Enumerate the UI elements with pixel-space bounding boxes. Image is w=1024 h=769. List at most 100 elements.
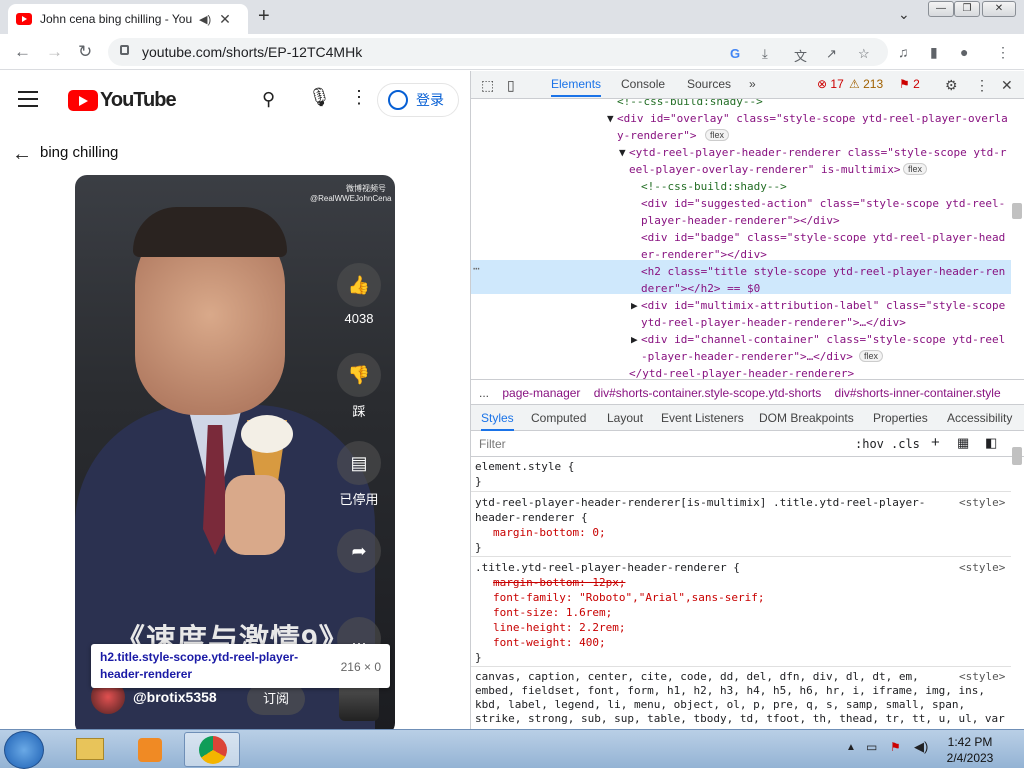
new-rule-icon[interactable]: + bbox=[931, 434, 940, 451]
back-arrow-icon[interactable]: ← bbox=[14, 42, 31, 62]
dom-line[interactable]: <!--css-build:shady--> bbox=[617, 99, 763, 110]
system-clock[interactable]: 1:42 PM 2/4/2023 bbox=[934, 734, 1006, 766]
comments-button[interactable]: ▤ 已停用 bbox=[337, 441, 381, 508]
dom-line[interactable]: player-header-renderer"></div> bbox=[641, 212, 840, 229]
back-arrow-icon[interactable]: ← bbox=[12, 143, 32, 166]
css-rule-line[interactable]: } bbox=[475, 650, 482, 665]
dislike-button[interactable]: 👎 踩 bbox=[337, 353, 381, 420]
filter-input[interactable]: Filter bbox=[479, 437, 506, 451]
inspect-element-icon[interactable]: ⬚ bbox=[481, 77, 494, 94]
css-property[interactable]: line-height: 2.2rem; bbox=[493, 620, 625, 635]
address-bar[interactable]: youtube.com/shorts/EP-12TC4MHk G ⤓ 文 ↗ ☆ bbox=[108, 38, 888, 66]
rule-source-link[interactable]: <style> bbox=[959, 495, 1005, 510]
dom-arrow-icon[interactable]: ▼ bbox=[607, 110, 614, 127]
dom-line-selected[interactable]: derer"></h2> == $0 bbox=[641, 280, 760, 297]
css-property[interactable]: font-weight: 400; bbox=[493, 635, 606, 650]
forward-arrow-icon[interactable]: → bbox=[46, 42, 63, 62]
dom-line[interactable]: y-renderer"> bbox=[617, 127, 696, 144]
flex-badge[interactable]: flex bbox=[705, 129, 730, 141]
issues-count-badge[interactable]: ⚑ 2 bbox=[899, 77, 920, 91]
dom-line[interactable]: <div id="channel-container" class="style… bbox=[641, 331, 1005, 348]
tab-layout[interactable]: Layout bbox=[607, 411, 643, 425]
share-icon[interactable]: ↗ bbox=[826, 46, 837, 62]
css-rule-line[interactable]: } bbox=[475, 540, 482, 555]
volume-icon[interactable]: ◀) bbox=[914, 739, 928, 755]
css-rule-line[interactable]: element.style { bbox=[475, 459, 574, 474]
dom-line[interactable]: <div id="badge" class="style-scope ytd-r… bbox=[641, 229, 1005, 246]
css-rule-line[interactable]: header-renderer { bbox=[475, 510, 588, 525]
flex-badge[interactable]: flex bbox=[859, 350, 884, 362]
show-hidden-icons-icon[interactable]: ▲ bbox=[846, 742, 856, 753]
close-devtools-icon[interactable]: ✕ bbox=[1001, 77, 1013, 94]
window-close-button[interactable]: ✕ bbox=[982, 1, 1016, 17]
reload-icon[interactable]: ↻ bbox=[78, 42, 92, 62]
css-rule-line[interactable]: .title.ytd-reel-player-header-renderer { bbox=[475, 560, 740, 575]
more-options-icon[interactable]: ⋮ bbox=[350, 87, 368, 108]
tab-computed[interactable]: Computed bbox=[531, 411, 586, 425]
breadcrumb-item[interactable]: page-manager bbox=[502, 386, 580, 400]
search-icon[interactable]: ⚲ bbox=[262, 89, 275, 110]
channel-handle[interactable]: @brotix5358 bbox=[133, 689, 217, 705]
side-panel-icon[interactable]: ▮ bbox=[930, 44, 938, 61]
css-rule-line[interactable]: strike, strong, sub, sup, table, tbody, … bbox=[475, 711, 1005, 726]
start-button[interactable] bbox=[4, 731, 44, 769]
rule-source-link[interactable]: <style> bbox=[959, 669, 1005, 684]
elements-dom-tree[interactable]: <!--css-build:shady--> ▼ <div id="overla… bbox=[471, 99, 1011, 379]
tab-styles[interactable]: Styles bbox=[481, 411, 514, 431]
dom-line[interactable]: <ytd-reel-player-header-renderer class="… bbox=[629, 144, 1007, 161]
css-property[interactable]: font-family: "Roboto","Arial",sans-serif… bbox=[493, 590, 765, 605]
media-control-icon[interactable]: ♫ bbox=[898, 44, 909, 60]
dom-arrow-icon[interactable]: ▶ bbox=[631, 297, 638, 314]
tab-sources[interactable]: Sources bbox=[687, 77, 731, 91]
tab-dom-breakpoints[interactable]: DOM Breakpoints bbox=[759, 411, 854, 425]
rule-source-link[interactable]: <style> bbox=[959, 560, 1005, 575]
dom-line[interactable]: <div id="suggested-action" class="style-… bbox=[641, 195, 1005, 212]
flex-badge[interactable]: flex bbox=[903, 163, 928, 175]
action-center-icon[interactable]: ⚑ bbox=[890, 740, 901, 754]
microphone-icon[interactable]: 🎙 bbox=[308, 87, 331, 108]
maximize-button[interactable]: ❐ bbox=[954, 1, 980, 17]
hamburger-menu-icon[interactable] bbox=[18, 91, 38, 112]
close-tab-icon[interactable]: ✕ bbox=[219, 11, 231, 28]
youtube-logo[interactable]: YouTube bbox=[68, 89, 177, 112]
media-player-taskbar-icon[interactable] bbox=[122, 732, 178, 767]
tab-elements[interactable]: Elements bbox=[551, 77, 602, 97]
elements-scrollbar[interactable] bbox=[1012, 203, 1022, 219]
url-text[interactable]: youtube.com/shorts/EP-12TC4MHk bbox=[142, 44, 362, 60]
css-rule-line[interactable]: } bbox=[475, 474, 482, 489]
dom-arrow-icon[interactable]: ▶ bbox=[631, 331, 638, 348]
breadcrumb-item[interactable]: div#shorts-container.style-scope.ytd-sho… bbox=[594, 386, 821, 400]
device-toolbar-icon[interactable]: ▯ bbox=[507, 77, 515, 94]
dom-line[interactable]: ytd-reel-player-header-renderer">…</div> bbox=[641, 314, 906, 331]
tab-console[interactable]: Console bbox=[621, 77, 665, 91]
css-rule-line[interactable]: kbd, label, legend, li, menu, object, ol… bbox=[475, 697, 965, 712]
dom-line-selected[interactable]: <h2 class="title style-scope ytd-reel-pl… bbox=[641, 263, 1005, 280]
bookmark-star-icon[interactable]: ☆ bbox=[858, 46, 870, 62]
settings-gear-icon[interactable]: ⚙ bbox=[945, 77, 958, 94]
like-button[interactable]: 👍 4038 bbox=[337, 263, 381, 326]
translate-icon[interactable]: 文 bbox=[794, 46, 807, 65]
browser-tab[interactable]: John cena bing chilling - You ◀) ✕ bbox=[8, 4, 248, 34]
css-rule-line[interactable]: embed, fieldset, font, form, h1, h2, h3,… bbox=[475, 683, 985, 698]
devtools-menu-icon[interactable]: ⋮ bbox=[975, 77, 989, 94]
explorer-taskbar-icon[interactable] bbox=[62, 732, 118, 767]
profile-icon[interactable]: ● bbox=[960, 44, 968, 60]
hover-state-toggle[interactable]: :hov bbox=[855, 437, 884, 451]
error-count-badge[interactable]: ⊗ 17 bbox=[817, 77, 844, 91]
css-rule-line[interactable]: ytd-reel-player-header-renderer[is-multi… bbox=[475, 495, 925, 510]
tab-event-listeners[interactable]: Event Listeners bbox=[661, 411, 744, 425]
node-ellipsis-icon[interactable]: ⋯ bbox=[473, 260, 480, 277]
sign-in-button[interactable]: 登录 bbox=[377, 83, 459, 117]
dom-line[interactable]: <!--css-build:shady--> bbox=[641, 178, 787, 195]
network-icon[interactable]: ▭ bbox=[866, 740, 877, 754]
dom-arrow-icon[interactable]: ▼ bbox=[619, 144, 626, 161]
dom-line[interactable]: er-renderer"></div> bbox=[641, 246, 767, 263]
css-rule-line[interactable]: canvas, caption, center, cite, code, dd,… bbox=[475, 669, 919, 684]
tab-search-icon[interactable]: ⌄ bbox=[898, 6, 910, 23]
dom-line[interactable]: eel-player-overlay-renderer" is-multimix… bbox=[629, 161, 901, 178]
toggle-sidebar-icon[interactable]: ◧ bbox=[985, 435, 997, 451]
google-icon[interactable]: G bbox=[730, 46, 740, 61]
styles-pane[interactable]: element.style { } ytd-reel-player-header… bbox=[471, 457, 1011, 729]
breadcrumb-item[interactable]: div#shorts-inner-container.style bbox=[835, 386, 1001, 400]
share-button[interactable]: ➦ bbox=[337, 529, 381, 577]
